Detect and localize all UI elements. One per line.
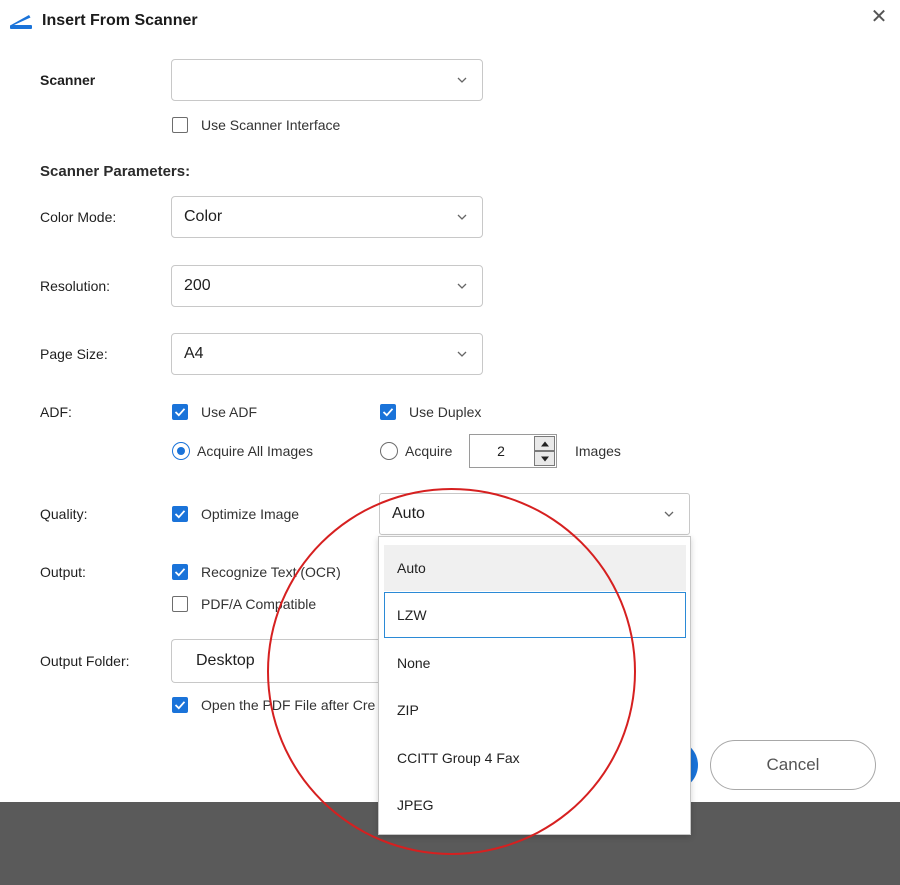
resolution-value: 200 <box>184 277 211 294</box>
ocr-label: Recognize Text (OCR) <box>201 564 341 580</box>
dropdown-option[interactable]: ZIP <box>384 687 686 733</box>
dropdown-option[interactable]: JPEG <box>384 782 686 828</box>
use-adf-label: Use ADF <box>201 404 258 420</box>
arrow-up-icon <box>541 441 549 447</box>
output-folder-label: Output Folder: <box>40 653 130 669</box>
cancel-button[interactable]: Cancel <box>710 740 876 790</box>
chevron-down-icon <box>457 77 467 83</box>
arrow-down-icon <box>541 456 549 462</box>
optimize-image-label: Optimize Image <box>201 506 300 522</box>
dropdown-option[interactable]: LZW <box>384 592 686 638</box>
compression-value: Auto <box>392 505 425 522</box>
open-after-checkbox[interactable] <box>172 697 188 713</box>
output-label: Output: <box>40 564 86 580</box>
stepper-down-button[interactable] <box>534 451 555 466</box>
chevron-down-icon <box>457 351 467 357</box>
compression-dropdown-list: Auto LZW None ZIP CCITT Group 4 Fax JPEG <box>378 536 691 835</box>
checkmark-icon <box>174 701 186 710</box>
acquire-all-radio[interactable] <box>172 442 190 460</box>
page-size-select[interactable]: A4 <box>171 333 483 375</box>
ocr-checkbox[interactable] <box>172 564 188 580</box>
chevron-down-icon <box>664 511 674 517</box>
use-duplex-checkbox[interactable] <box>380 404 396 420</box>
quality-label: Quality: <box>40 506 88 522</box>
checkmark-icon <box>382 408 394 417</box>
scanner-icon <box>10 15 32 29</box>
dropdown-option[interactable]: Auto <box>384 545 686 591</box>
use-duplex-label: Use Duplex <box>409 404 482 420</box>
output-folder-value: Desktop <box>196 652 255 669</box>
color-mode-select[interactable]: Color <box>171 196 483 238</box>
pdfa-label: PDF/A Compatible <box>201 596 317 612</box>
scanner-label: Scanner <box>40 72 96 88</box>
dropdown-option[interactable]: None <box>384 640 686 686</box>
scanner-select[interactable] <box>171 59 483 101</box>
checkmark-icon <box>174 408 186 417</box>
insert-from-scanner-dialog: Insert From Scanner ✕ Scanner Use Scanne… <box>0 0 900 835</box>
use-scanner-interface-checkbox[interactable] <box>172 117 188 133</box>
chevron-down-icon <box>457 283 467 289</box>
open-after-label: Open the PDF File after Cre <box>201 697 376 713</box>
images-suffix-label: Images <box>575 443 621 459</box>
checkmark-icon <box>174 510 186 519</box>
dropdown-option[interactable]: CCITT Group 4 Fax <box>384 735 686 781</box>
use-adf-checkbox[interactable] <box>172 404 188 420</box>
color-mode-label: Color Mode: <box>40 209 117 225</box>
scanner-parameters-heading: Scanner Parameters: <box>40 163 191 180</box>
acquire-all-label: Acquire All Images <box>197 443 313 459</box>
color-mode-value: Color <box>184 208 223 225</box>
stepper-up-button[interactable] <box>534 436 555 451</box>
acquire-n-label: Acquire <box>405 443 453 459</box>
resolution-label: Resolution: <box>40 278 111 294</box>
optimize-image-checkbox[interactable] <box>172 506 188 522</box>
dialog-title: Insert From Scanner <box>42 12 198 29</box>
use-scanner-interface-label: Use Scanner Interface <box>201 117 341 133</box>
acquire-count-value[interactable]: 2 <box>470 435 532 467</box>
page-size-value: A4 <box>184 345 204 362</box>
close-icon[interactable]: ✕ <box>868 6 890 28</box>
chevron-down-icon <box>457 214 467 220</box>
output-folder-select[interactable]: Desktop <box>171 639 387 683</box>
compression-select[interactable]: Auto <box>379 493 690 535</box>
page-size-label: Page Size: <box>40 346 108 362</box>
acquire-n-radio[interactable] <box>380 442 398 460</box>
checkmark-icon <box>174 568 186 577</box>
adf-label: ADF: <box>40 404 72 420</box>
resolution-select[interactable]: 200 <box>171 265 483 307</box>
acquire-count-stepper[interactable]: 2 <box>469 434 557 468</box>
pdfa-checkbox[interactable] <box>172 596 188 612</box>
